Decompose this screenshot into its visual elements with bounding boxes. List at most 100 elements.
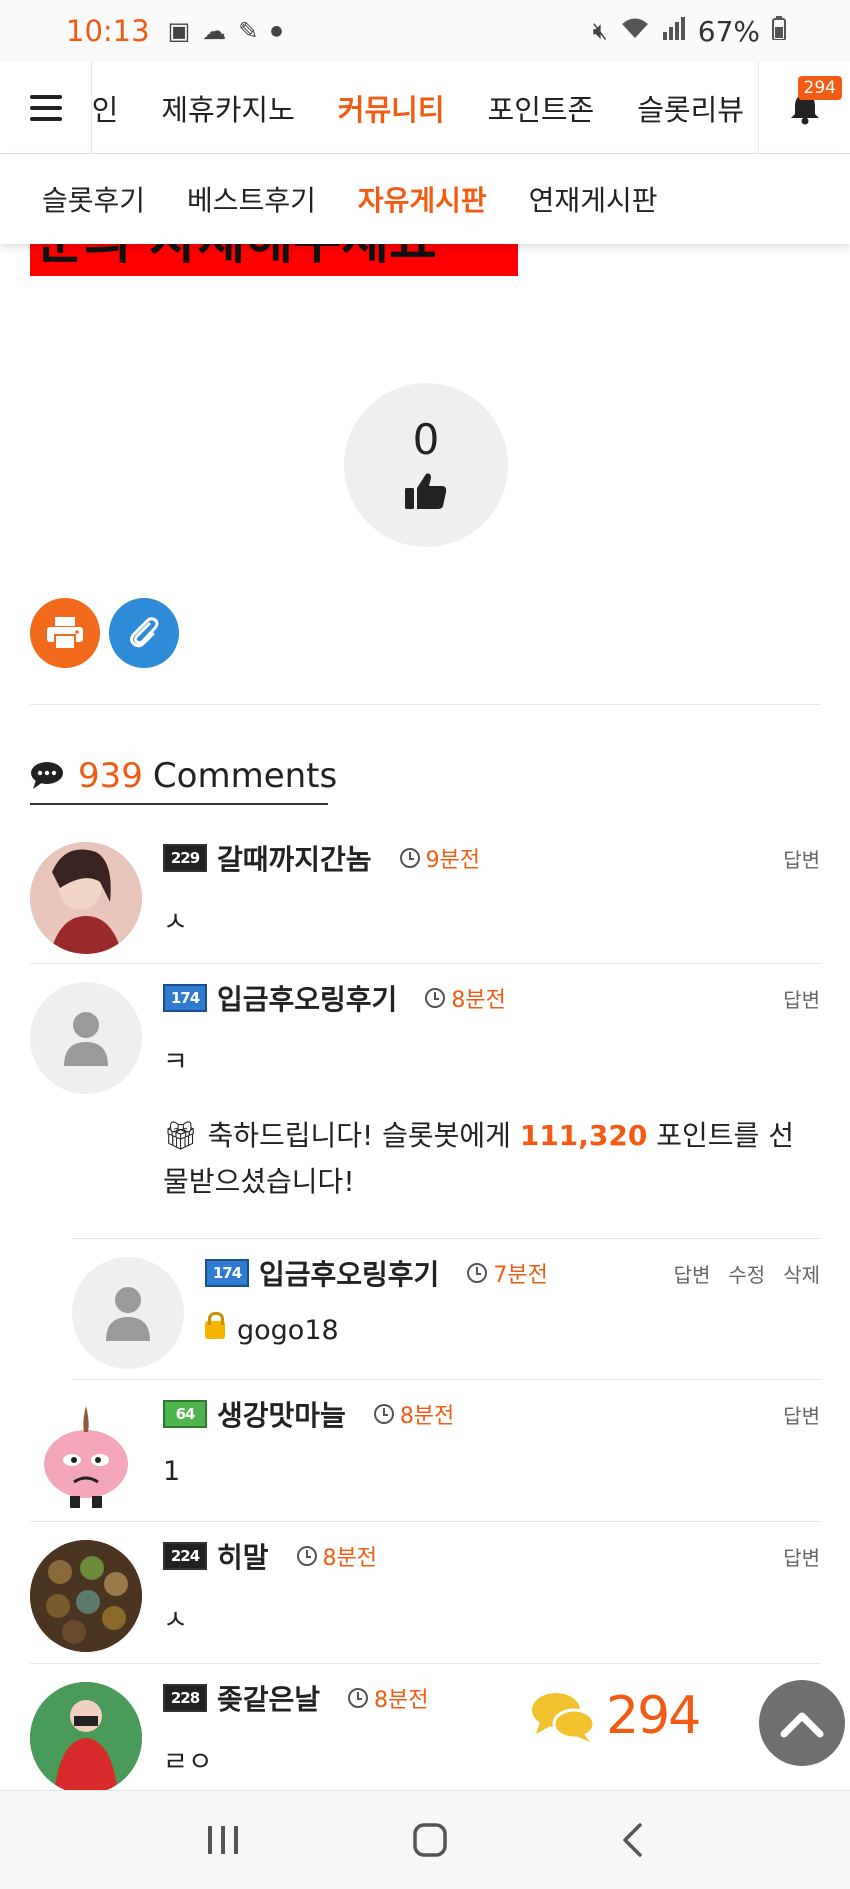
chevron-up-icon xyxy=(780,1712,824,1738)
comment-author[interactable]: 생강맛마늘 xyxy=(217,1394,346,1434)
nav-track: 메인 제휴카지노 커뮤니티 포인트존 슬롯리뷰 xyxy=(92,62,744,154)
sub-nav: 슬롯후기 베스트후기 자유게시판 연재게시판 xyxy=(0,154,850,244)
level-badge: 229 xyxy=(163,844,207,872)
nav-item-casino[interactable]: 제휴카지노 xyxy=(161,87,294,129)
subnav-slot-reviews[interactable]: 슬롯후기 xyxy=(42,179,145,219)
comment-time: 7분전 xyxy=(467,1257,548,1289)
wifi-icon xyxy=(620,16,650,46)
nav-item-main[interactable]: 메인 xyxy=(92,87,118,129)
level-badge: 64 xyxy=(163,1400,207,1428)
comment-author[interactable]: 좆같은날 xyxy=(217,1678,320,1718)
level-badge: 174 xyxy=(163,984,207,1012)
comment-item: 228 좆같은날 8분전 답변 ㄹㅇ xyxy=(30,1664,820,1794)
clock-icon xyxy=(425,988,446,1008)
avatar[interactable] xyxy=(30,1540,142,1652)
level-badge: 228 xyxy=(163,1684,207,1712)
app-icon: ✎ xyxy=(238,17,259,45)
reply-button[interactable]: 답변 xyxy=(674,1259,711,1288)
delete-button[interactable]: 삭제 xyxy=(783,1259,820,1288)
comment-text: 1 xyxy=(163,1456,181,1487)
hamburger-icon xyxy=(29,94,62,121)
comment-text: ㅅ xyxy=(163,907,188,938)
comment-author[interactable]: 입금후오링후기 xyxy=(217,978,397,1018)
menu-button[interactable] xyxy=(0,61,92,154)
avatar-image xyxy=(30,1540,142,1652)
gallery-icon: ▣ xyxy=(167,17,191,45)
divider xyxy=(30,704,820,705)
avatar[interactable] xyxy=(72,1257,184,1369)
avatar[interactable] xyxy=(30,982,142,1094)
user-icon xyxy=(64,1012,108,1066)
user-icon xyxy=(106,1287,150,1341)
gift-icon: 🎁︎ xyxy=(163,1119,199,1152)
system-nav-bar xyxy=(0,1790,850,1889)
clock-icon xyxy=(373,1404,394,1424)
print-button[interactable] xyxy=(30,598,100,668)
level-badge: 174 xyxy=(205,1259,249,1287)
reply-item: 174 입금후오링후기 7분전 답변 수정 삭제 gogo18 xyxy=(72,1238,820,1380)
reply-button[interactable]: 답변 xyxy=(783,1542,820,1571)
paperclip-icon xyxy=(130,617,159,648)
battery-percent: 67% xyxy=(697,14,760,48)
battery-icon xyxy=(772,16,786,46)
like-count: 0 xyxy=(412,415,440,464)
comment-time: 9분전 xyxy=(399,842,480,874)
gift-message: 🎁︎ 축하드립니다! 슬롯봇에게 111,320 포인트를 선물받으셨습니다! xyxy=(163,1119,794,1198)
comment-item: 64 생강맛마늘 8분전 답변 1 xyxy=(30,1380,820,1522)
comment-item: 174 입금후오링후기 8분전 답변 ㅋ 🎁︎ 축하드립니다! 슬롯봇에게 11… xyxy=(30,964,820,1238)
edit-button[interactable]: 수정 xyxy=(728,1259,765,1288)
clock-icon xyxy=(296,1546,317,1566)
back-icon[interactable] xyxy=(620,1822,644,1858)
status-bar: 10:13 ▣ ☁ ✎ ● 🔇︎ 67% xyxy=(0,0,850,62)
comment-item: 224 히말 8분전 답변 ㅅ xyxy=(30,1522,820,1664)
page: 10:13 ▣ ☁ ✎ ● 🔇︎ 67% 메인 xyxy=(0,0,850,1889)
attachment-button[interactable] xyxy=(109,598,179,668)
comment-author[interactable]: 히말 xyxy=(217,1536,269,1576)
avatar[interactable] xyxy=(30,1398,142,1510)
nav-item-points[interactable]: 포인트존 xyxy=(488,87,595,129)
top-nav: 메인 제휴카지노 커뮤니티 포인트존 슬롯리뷰 294 xyxy=(0,61,850,154)
comments-underline xyxy=(30,803,328,805)
lock-icon xyxy=(205,1311,225,1339)
subnav-free-board[interactable]: 자유게시판 xyxy=(358,179,487,219)
comment-author[interactable]: 갈때까지간놈 xyxy=(217,838,372,878)
nav-item-slot-review[interactable]: 슬롯리뷰 xyxy=(637,87,744,129)
avatar-image xyxy=(30,842,142,954)
subnav-best-reviews[interactable]: 베스트후기 xyxy=(187,179,316,219)
reply-button[interactable]: 답변 xyxy=(783,1400,820,1429)
comments-header: 939 Comments xyxy=(30,748,337,804)
comments-label: Comments xyxy=(152,756,338,796)
scroll-top-button[interactable] xyxy=(759,1680,845,1766)
nav-item-community[interactable]: 커뮤니티 xyxy=(338,87,445,129)
comment-time: 8분전 xyxy=(425,982,506,1014)
floating-count: 294 xyxy=(606,1686,701,1746)
recent-apps-icon[interactable] xyxy=(206,1824,240,1856)
avatar-image xyxy=(30,1682,142,1794)
subnav-serial-board[interactable]: 연재게시판 xyxy=(529,179,658,219)
clock-icon xyxy=(467,1263,488,1283)
comment-item: 229 갈때까지간놈 9분전 답변 ㅅ xyxy=(30,824,820,964)
comments-icon xyxy=(31,762,63,789)
status-time: 10:13 xyxy=(66,14,150,48)
printer-icon xyxy=(47,617,83,650)
chat-bubbles-icon xyxy=(532,1693,596,1742)
cloud-icon: ☁ xyxy=(202,17,227,45)
like-button[interactable]: 0 xyxy=(344,383,508,547)
notification-button[interactable]: 294 xyxy=(758,61,850,154)
clock-icon xyxy=(348,1688,369,1708)
level-badge: 224 xyxy=(163,1542,207,1570)
avatar[interactable] xyxy=(30,1682,142,1794)
comment-time: 8분전 xyxy=(348,1682,429,1714)
home-icon[interactable] xyxy=(412,1822,448,1858)
nav-scroller[interactable]: 메인 제휴카지노 커뮤니티 포인트존 슬롯리뷰 xyxy=(92,62,758,154)
reply-button[interactable]: 답변 xyxy=(783,984,820,1013)
clock-icon xyxy=(399,848,420,868)
avatar-image xyxy=(44,1406,128,1508)
comment-time: 8분전 xyxy=(296,1540,377,1572)
comment-author[interactable]: 입금후오링후기 xyxy=(259,1253,439,1293)
floating-comment-count[interactable]: 294 xyxy=(530,1686,701,1746)
comments-count: 939 xyxy=(78,756,143,796)
reply-button[interactable]: 답변 xyxy=(783,844,820,873)
thumbs-up-icon xyxy=(405,473,447,509)
avatar[interactable] xyxy=(30,842,142,954)
